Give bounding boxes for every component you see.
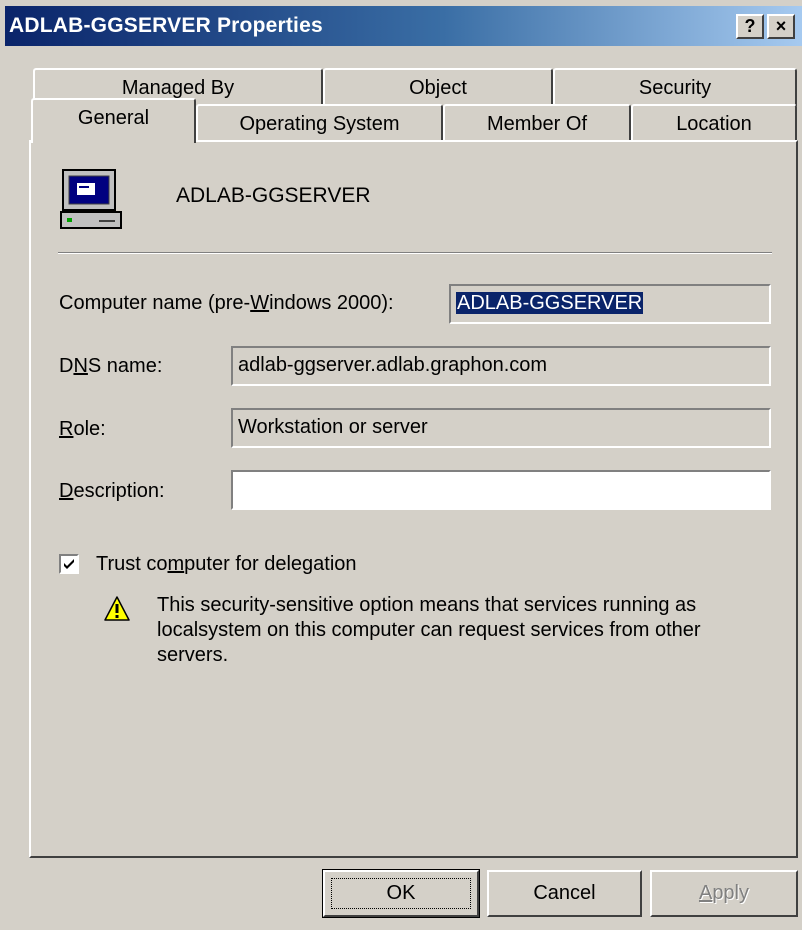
cancel-label: Cancel	[533, 882, 596, 904]
computer-name-field[interactable]: ADLAB-GGSERVER	[449, 284, 771, 324]
tab-label: Operating System	[239, 113, 400, 135]
properties-dialog: ADLAB-GGSERVER Properties ? × Managed By…	[0, 0, 802, 930]
role-label: Role:	[59, 418, 106, 440]
apply-label: Apply	[698, 882, 750, 904]
tab-label: Managed By	[121, 77, 235, 99]
tab-label: Security	[638, 77, 712, 99]
title-bar[interactable]: ADLAB-GGSERVER Properties ? ×	[5, 6, 802, 46]
computer-icon	[60, 169, 122, 229]
dns-name-field[interactable]: adlab-ggserver.adlab.graphon.com	[231, 346, 771, 386]
checkmark-icon	[64, 559, 74, 569]
tab-label: Member Of	[486, 113, 588, 135]
description-label: Description:	[59, 480, 165, 502]
dns-name-label: DNS name:	[59, 355, 163, 377]
cancel-button[interactable]: Cancel	[487, 870, 642, 917]
help-button[interactable]: ?	[736, 14, 764, 39]
close-button[interactable]: ×	[767, 14, 795, 39]
tab-label: Location	[676, 113, 752, 135]
close-icon: ×	[775, 16, 787, 36]
tab-label: General	[77, 107, 150, 129]
tab-location[interactable]: Location	[631, 104, 797, 140]
ok-button[interactable]: OK	[322, 869, 480, 918]
description-input[interactable]	[231, 470, 771, 510]
focus-rect	[331, 878, 471, 909]
help-icon: ?	[744, 16, 756, 36]
apply-button[interactable]: Apply	[650, 870, 798, 917]
tab-operating-system[interactable]: Operating System	[196, 104, 443, 140]
tab-security[interactable]: Security	[553, 68, 797, 106]
tab-object[interactable]: Object	[323, 68, 553, 106]
computer-display-name: ADLAB-GGSERVER	[176, 184, 371, 207]
warning-text: This security-sensitive option means tha…	[157, 594, 701, 666]
dialog-title: ADLAB-GGSERVER Properties	[9, 14, 323, 37]
separator	[58, 252, 772, 254]
tab-general[interactable]: General	[31, 98, 196, 143]
tab-label: Object	[409, 77, 467, 99]
tab-member-of[interactable]: Member Of	[443, 104, 631, 140]
selected-text: ADLAB-GGSERVER	[456, 292, 644, 314]
role-field[interactable]: Workstation or server	[231, 408, 771, 448]
trust-delegation-label[interactable]: Trust computer for delegation	[96, 553, 357, 576]
computer-name-label: Computer name (pre-Windows 2000):	[59, 292, 394, 314]
warning-icon	[104, 596, 130, 621]
trust-delegation-checkbox[interactable]	[59, 554, 79, 574]
